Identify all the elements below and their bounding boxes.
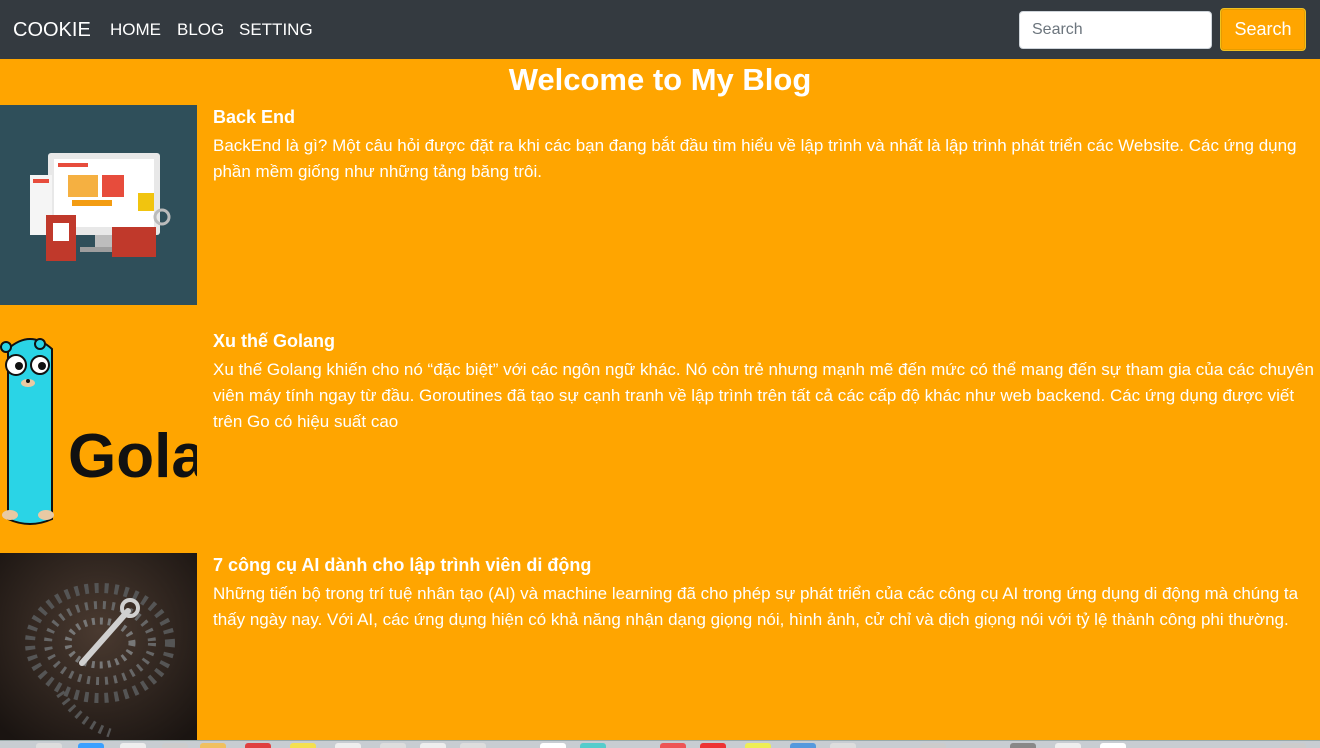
dock-app-icon[interactable]: [380, 743, 406, 748]
dock-app-icon[interactable]: [1055, 743, 1081, 748]
dock-app-icon[interactable]: [420, 743, 446, 748]
dock-app-icon[interactable]: [460, 743, 486, 748]
dock-app-icon[interactable]: [540, 743, 566, 748]
dock-app-icon[interactable]: [1100, 743, 1126, 748]
golang-gopher-logo-icon: Golang: [0, 329, 197, 529]
dock-app-icon[interactable]: [830, 743, 856, 748]
dock-app-icon[interactable]: [1010, 743, 1036, 748]
post-title[interactable]: 7 công cụ AI dành cho lập trình viên di …: [213, 553, 591, 577]
dock-app-icon[interactable]: [36, 743, 62, 748]
dock-app-icon[interactable]: [200, 743, 226, 748]
search-input[interactable]: [1019, 11, 1212, 49]
post-thumbnail-ai[interactable]: [0, 553, 197, 748]
post-excerpt: BackEnd là gì? Một câu hỏi được đặt ra k…: [213, 136, 1297, 181]
ai-brain-bolts-photo-icon: [0, 553, 197, 748]
post-title[interactable]: Xu thế Golang: [213, 329, 335, 353]
dock-app-icon[interactable]: [660, 743, 686, 748]
page-title: Welcome to My Blog: [508, 62, 812, 97]
navbar: COOKIE HOME BLOG SETTING Search: [0, 0, 1320, 59]
dock-app-icon[interactable]: [290, 743, 316, 748]
post-thumbnail-golang[interactable]: Golang: [0, 329, 197, 529]
os-dock: [0, 740, 1320, 748]
dock-app-icon[interactable]: [1280, 743, 1306, 748]
dock-app-icon[interactable]: [745, 743, 771, 748]
post-thumbnail-backend[interactable]: [0, 105, 197, 305]
post-title[interactable]: Back End: [213, 105, 295, 129]
dock-app-icon[interactable]: [78, 743, 104, 748]
post-excerpt: Những tiến bộ trong trí tuệ nhân tạo (AI…: [213, 584, 1299, 629]
svg-text:Golang: Golang: [68, 422, 197, 491]
dock-app-icon[interactable]: [245, 743, 271, 748]
search-button[interactable]: Search: [1220, 8, 1306, 51]
nav-link-blog[interactable]: BLOG: [177, 19, 224, 41]
nav-link-setting[interactable]: SETTING: [239, 19, 313, 41]
brand-logo[interactable]: COOKIE: [13, 18, 91, 42]
post-excerpt: Xu thế Golang khiến cho nó “đặc biệt” vớ…: [213, 360, 1314, 431]
dock-app-icon[interactable]: [790, 743, 816, 748]
dock-app-icon[interactable]: [920, 743, 946, 748]
dock-app-icon[interactable]: [580, 743, 606, 748]
dock-app-icon[interactable]: [120, 743, 146, 748]
dock-app-icon[interactable]: [162, 743, 188, 748]
nav-link-home[interactable]: HOME: [110, 19, 161, 41]
web-development-illustration-icon: [0, 105, 197, 305]
dock-app-icon[interactable]: [335, 743, 361, 748]
dock-app-icon[interactable]: [700, 743, 726, 748]
